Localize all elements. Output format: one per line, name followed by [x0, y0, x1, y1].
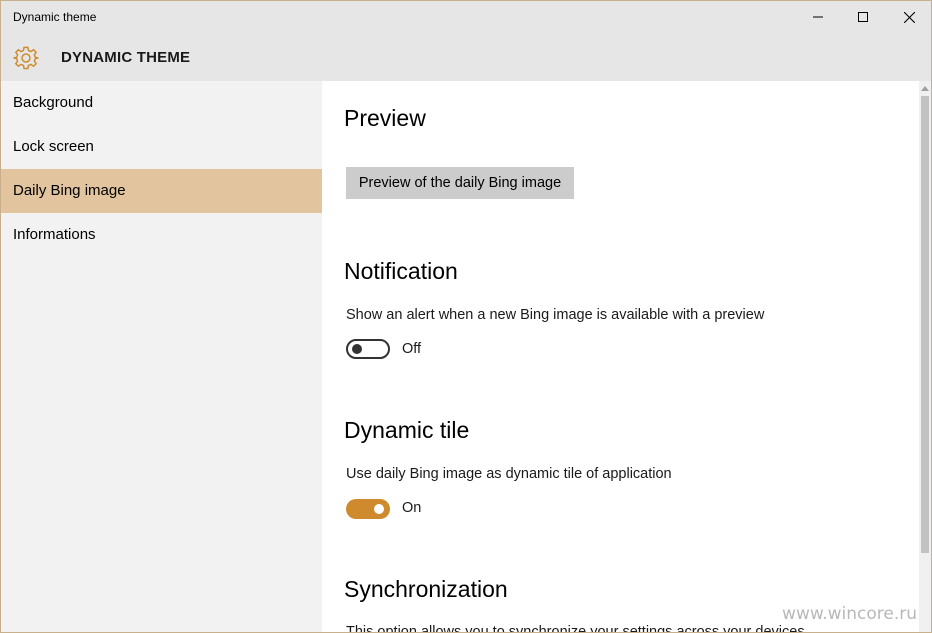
notification-toggle-label: Off — [402, 341, 422, 357]
app-title: DYNAMIC THEME — [61, 49, 191, 66]
close-icon — [903, 11, 915, 23]
chevron-up-icon — [921, 85, 929, 91]
close-button[interactable] — [886, 1, 931, 33]
synchronization-description: This option allows you to synchronize yo… — [346, 624, 805, 633]
watermark: www.wincore.ru — [782, 604, 917, 624]
minimize-button[interactable] — [795, 1, 841, 33]
vertical-scrollbar[interactable] — [919, 81, 931, 632]
sidebar-item-lock-screen[interactable]: Lock screen — [1, 125, 322, 169]
preview-bing-image-button[interactable]: Preview of the daily Bing image — [346, 167, 574, 199]
sidebar-item-background[interactable]: Background — [1, 81, 322, 125]
minimize-icon — [813, 16, 823, 18]
synchronization-heading: Synchronization — [344, 576, 508, 602]
maximize-icon — [858, 12, 868, 22]
app-window: Dynamic theme DYNAMIC THEME Background L… — [0, 0, 932, 633]
gear-icon — [13, 46, 39, 70]
dynamic-tile-toggle[interactable] — [346, 499, 390, 519]
main-content: Preview Preview of the daily Bing image … — [322, 81, 919, 633]
app-header: DYNAMIC THEME — [1, 33, 931, 81]
dynamic-tile-description: Use daily Bing image as dynamic tile of … — [346, 466, 672, 482]
toggle-knob — [374, 504, 384, 514]
notification-description: Show an alert when a new Bing image is a… — [346, 307, 765, 323]
title-bar[interactable]: Dynamic theme — [1, 1, 931, 33]
sidebar: Background Lock screen Daily Bing image … — [1, 81, 322, 632]
scroll-thumb[interactable] — [921, 96, 929, 553]
preview-heading: Preview — [344, 105, 426, 131]
sidebar-item-daily-bing-image[interactable]: Daily Bing image — [1, 169, 322, 213]
dynamic-tile-toggle-label: On — [402, 500, 422, 516]
dynamic-tile-heading: Dynamic tile — [344, 417, 470, 443]
notification-heading: Notification — [344, 258, 458, 284]
sidebar-item-informations[interactable]: Informations — [1, 213, 322, 257]
toggle-knob — [352, 344, 362, 354]
window-title: Dynamic theme — [13, 10, 97, 24]
scroll-up-button[interactable] — [919, 81, 931, 95]
maximize-button[interactable] — [840, 1, 886, 33]
notification-toggle[interactable] — [346, 339, 390, 359]
